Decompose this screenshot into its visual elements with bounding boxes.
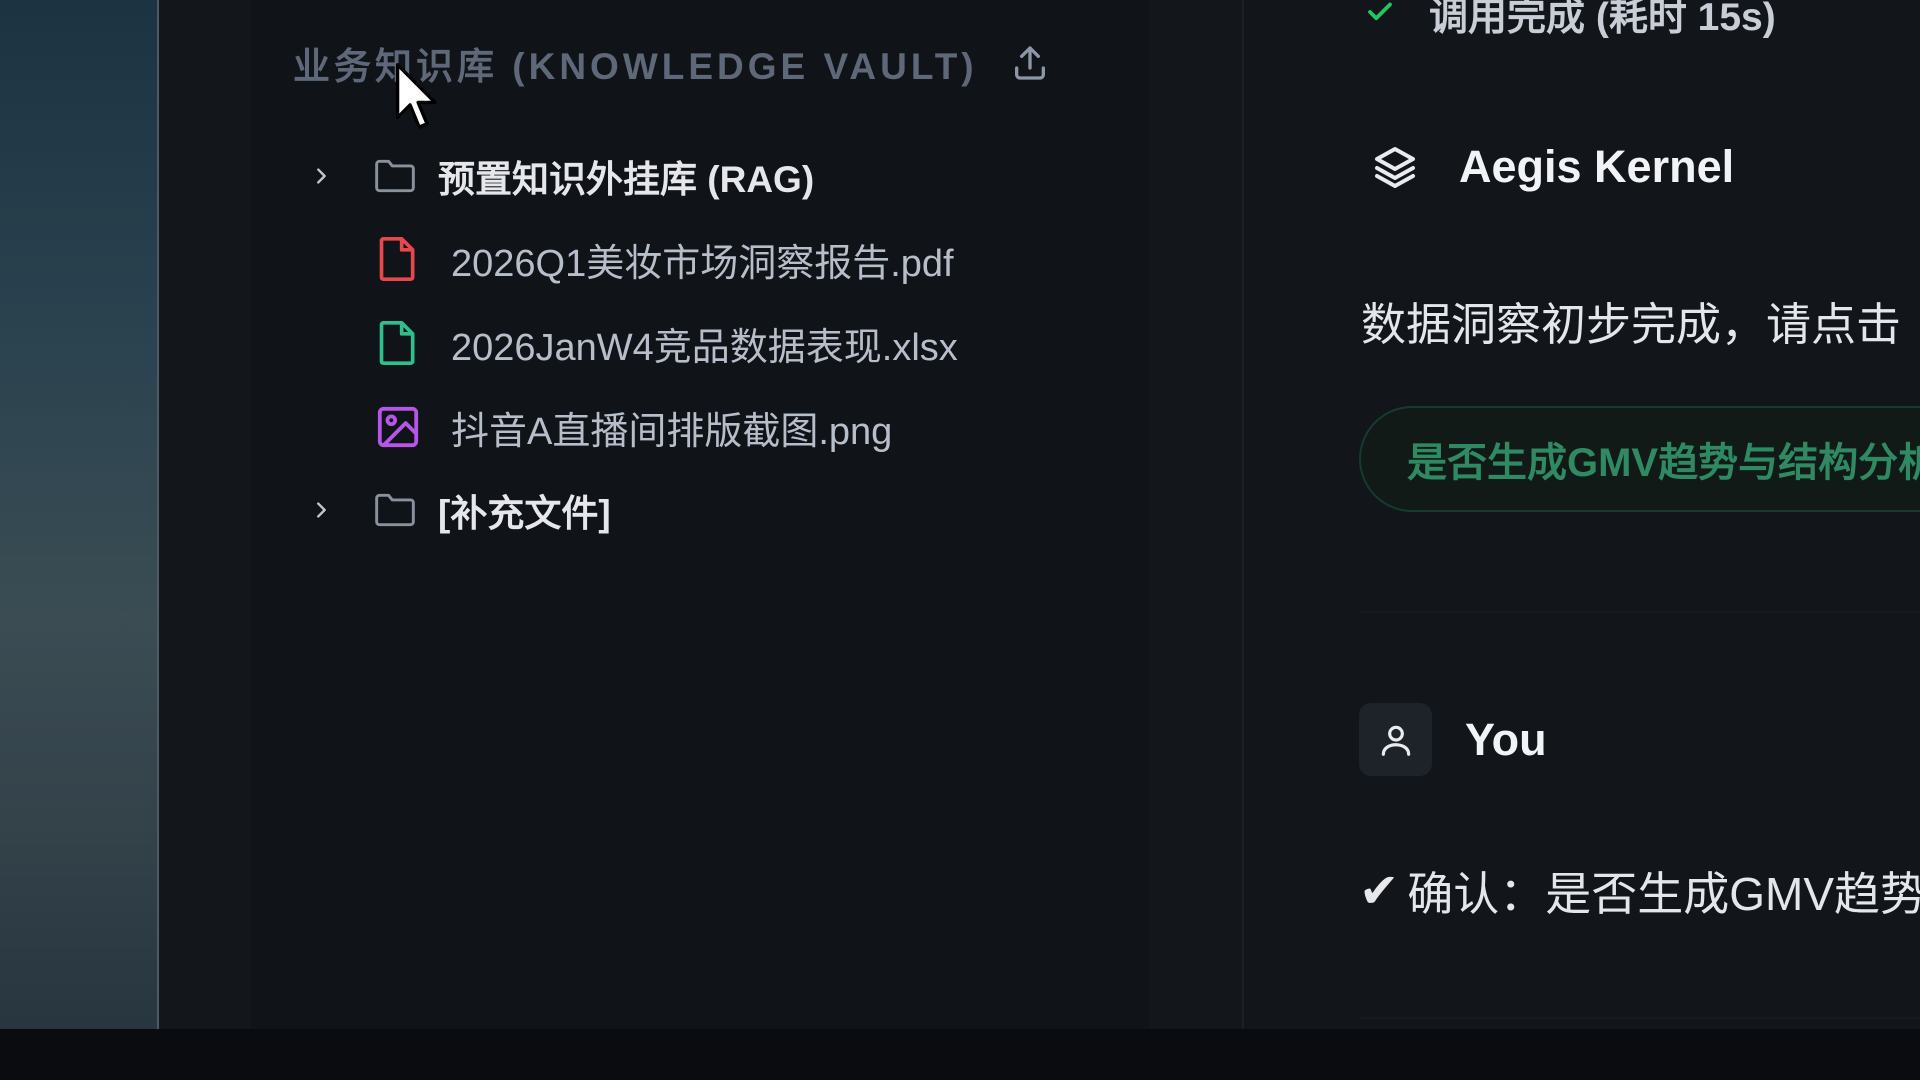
status-text: 调用完成 (耗时 15s) <box>1429 0 1776 39</box>
nav-gutter <box>159 0 251 1029</box>
user-icon <box>1381 725 1410 756</box>
file-name: 抖音A直播间排版截图.png <box>451 410 893 453</box>
checkmark-icon: ✔ <box>1359 865 1400 918</box>
spreadsheet-file-icon <box>374 319 422 367</box>
user-message: ✔ 确认：是否生成GMV趋势 <box>1359 858 1920 924</box>
file-name: 2026Q1美妆市场洞察报告.pdf <box>451 242 954 285</box>
file-name: 2026JanW4竞品数据表现.xlsx <box>451 326 958 369</box>
assistant-name: Aegis Kernel <box>1459 141 1735 192</box>
user-name: You <box>1465 713 1547 765</box>
desktop-background <box>0 0 157 1029</box>
tree-file-xlsx[interactable]: 2026JanW4竞品数据表现.xlsx <box>374 313 958 373</box>
folder-label: 预置知识外挂库 (RAG) <box>438 159 815 200</box>
folder-label: [补充文件] <box>438 493 611 534</box>
mouse-cursor-icon <box>395 63 437 129</box>
upload-icon[interactable] <box>1008 41 1052 85</box>
tree-file-png[interactable]: 抖音A直播间排版截图.png <box>374 397 892 457</box>
tree-file-pdf[interactable]: 2026Q1美妆市场洞察报告.pdf <box>374 229 954 289</box>
message-divider <box>1359 611 1920 613</box>
folder-icon <box>372 156 418 196</box>
user-avatar <box>1359 703 1432 776</box>
pdf-file-icon <box>374 235 422 283</box>
assistant-message-text: 数据洞察初步完成，请点击 <box>1361 299 1902 350</box>
check-icon <box>1365 0 1395 32</box>
taskbar <box>0 1029 1920 1080</box>
chevron-right-icon[interactable] <box>306 161 336 191</box>
layers-icon <box>1368 140 1422 194</box>
tool-call-status: 调用完成 (耗时 15s) <box>1365 0 1776 42</box>
assistant-message-header: Aegis Kernel <box>1368 140 1734 194</box>
tree-folder-rag[interactable]: 预置知识外挂库 (RAG) <box>306 146 814 206</box>
user-message-text: 确认：是否生成GMV趋势 <box>1407 868 1920 920</box>
suggestion-chip[interactable]: 是否生成GMV趋势与结构分析 <box>1359 406 1920 512</box>
chevron-right-icon[interactable] <box>306 495 336 525</box>
panel-divider[interactable] <box>1242 0 1244 1029</box>
image-file-icon <box>374 403 422 451</box>
folder-icon <box>372 490 418 530</box>
tree-folder-supplementary[interactable]: [补充文件] <box>306 480 611 540</box>
panel-gap <box>1149 0 1242 1029</box>
user-message-header: You <box>1359 703 1547 776</box>
message-divider <box>1359 1017 1920 1019</box>
suggestion-text: 是否生成GMV趋势与结构分析 <box>1407 441 1920 485</box>
